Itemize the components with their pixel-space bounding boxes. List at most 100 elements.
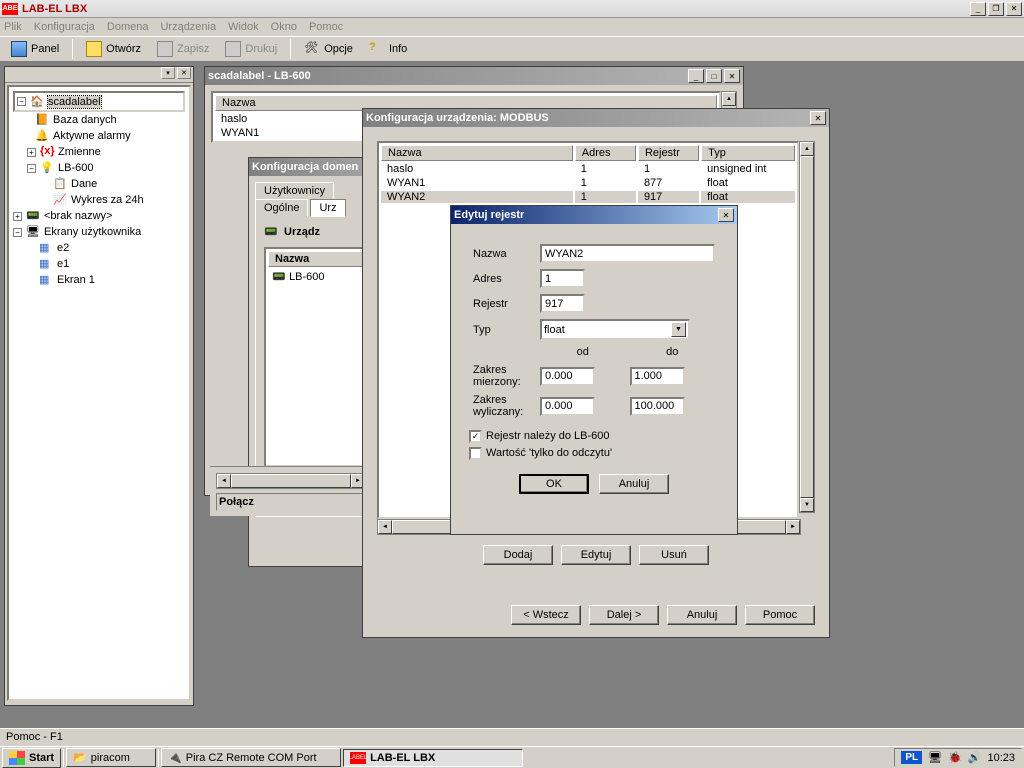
print-button[interactable]: Drukuj [218,38,284,60]
chk-readonly[interactable]: Wartość 'tylko do odczytu' [469,447,612,459]
nazwa-input[interactable] [540,244,715,263]
panel-icon [11,41,27,57]
close-button[interactable]: ✕ [718,208,734,222]
ok-button[interactable]: OK [519,474,589,494]
start-button[interactable]: Start [2,748,61,768]
column-adres[interactable]: Adres [575,145,636,161]
open-button[interactable]: Otwórz [79,38,148,60]
menu-konfiguracja[interactable]: Konfiguracja [34,21,95,33]
tab-ogolne[interactable]: Ogólne [255,199,308,217]
scroll-left-icon[interactable]: ◄ [217,474,231,488]
edytuj-button[interactable]: Edytuj [561,545,631,565]
minimize-button[interactable]: _ [970,2,986,16]
expand-icon[interactable]: + [13,212,22,221]
info-button[interactable]: ?Info [362,38,414,60]
tree-e2[interactable]: e2 [57,242,69,254]
tree-lb600[interactable]: LB-600 [58,162,93,174]
column-typ[interactable]: Typ [701,145,795,161]
expand-icon[interactable]: − [27,164,36,173]
tree-panel-pin-icon[interactable]: ▾ [161,67,175,79]
tree-baza[interactable]: Baza danych [53,114,117,126]
adres-input[interactable] [540,269,585,288]
column-nazwa[interactable]: Nazwa [381,145,573,161]
nazwa-label: Nazwa [473,244,536,263]
tree-brak[interactable]: <brak nazwy> [44,210,112,222]
zw-od-input[interactable] [540,397,595,416]
x-icon: {x} [40,145,54,159]
menu-urzadzenia[interactable]: Urządzenia [160,21,216,33]
scrollbar-vertical[interactable]: ▲ ▼ [799,141,815,513]
expand-icon[interactable]: − [13,228,22,237]
tab-urz[interactable]: Urz [310,199,345,217]
tree-e1[interactable]: e1 [57,258,69,270]
typ-select[interactable]: float ▼ [540,319,690,340]
tab-uzytkownicy[interactable]: Użytkownicy [255,182,334,199]
tree-ekrany[interactable]: Ekrany użytkownika [44,226,141,238]
scroll-right-icon[interactable]: ► [786,520,800,534]
zm-od-input[interactable] [540,367,595,386]
tray-icon[interactable]: 🖥 [928,751,942,764]
tree-zmienne[interactable]: Zmienne [58,146,101,158]
anuluj-button[interactable]: Anuluj [667,605,737,625]
zw-do-input[interactable] [630,397,685,416]
rejestr-input[interactable] [540,294,585,313]
chart-icon: 📈 [53,193,67,207]
tree-wykres[interactable]: Wykres za 24h [71,194,144,206]
language-indicator[interactable]: PL [901,751,922,764]
usun-button[interactable]: Usuń [639,545,709,565]
print-icon [225,41,241,57]
menu-okno[interactable]: Okno [271,21,297,33]
task-pira-cz[interactable]: 🔌Pira CZ Remote COM Port [161,748,341,767]
menu-pomoc[interactable]: Pomoc [309,21,343,33]
tree-alarmy[interactable]: Aktywne alarmy [53,130,131,142]
anuluj-button[interactable]: Anuluj [599,474,669,494]
scroll-down-icon[interactable]: ▼ [800,498,814,512]
tree-root[interactable]: scadalabel [48,96,101,108]
pomoc-button[interactable]: Pomoc [745,605,815,625]
tree-ekran1[interactable]: Ekran 1 [57,274,95,286]
tray-icon[interactable]: 🔊 [968,751,982,764]
zm-do-input[interactable] [630,367,685,386]
scroll-up-icon[interactable]: ▲ [722,92,736,106]
tree-dane[interactable]: Dane [71,178,97,190]
maximize-button[interactable]: □ [706,69,722,83]
options-icon: 🛠 [304,41,320,57]
table-row[interactable]: WYAN11877float [381,177,795,189]
save-icon [157,41,173,57]
window-titlebar[interactable]: scadalabel - LB-600 _ □ ✕ [205,67,743,85]
scroll-left-icon[interactable]: ◄ [378,520,392,534]
chk-nalezy[interactable]: ✓Rejestr należy do LB-600 [469,430,610,442]
save-button[interactable]: Zapisz [150,38,216,60]
minimize-button[interactable]: _ [688,69,704,83]
task-labellbx[interactable]: LABELLAB-EL LBX [343,749,523,767]
panel-button[interactable]: Panel [4,38,66,60]
close-button[interactable]: ✕ [810,111,826,125]
dialog-titlebar[interactable]: Edytuj rejestr ✕ [451,206,737,224]
home-icon: 🏠 [30,95,44,109]
workspace: ▾ ✕ −🏠scadalabel 📙Baza danych 🔔Aktywne a… [0,62,1024,728]
tray-icon[interactable]: 🐞 [948,751,962,764]
table-row[interactable]: haslo11unsigned int [381,163,795,175]
expand-icon[interactable]: − [17,97,26,106]
dodaj-button[interactable]: Dodaj [483,545,553,565]
dalej-button[interactable]: Dalej > [589,605,659,625]
menu-domena[interactable]: Domena [107,21,149,33]
menu-plik[interactable]: Plik [4,21,22,33]
menu-widok[interactable]: Widok [228,21,259,33]
options-button[interactable]: 🛠Opcje [297,38,360,60]
maximize-button[interactable]: ❐ [988,2,1004,16]
window-titlebar[interactable]: Konfiguracja urządzenia: MODBUS ✕ [363,109,829,127]
status-label: Połącz [219,496,254,508]
tree-panel-close-icon[interactable]: ✕ [177,67,191,79]
scroll-up-icon[interactable]: ▲ [800,142,814,156]
task-piracom[interactable]: 📂piracom [66,748,156,767]
expand-icon[interactable]: + [27,148,36,157]
scrollbar-horizontal[interactable]: ◄ ► [216,473,366,489]
column-rejestr[interactable]: Rejestr [638,145,699,161]
close-button[interactable]: ✕ [724,69,740,83]
dialog-edytuj-rejestr: Edytuj rejestr ✕ Nazwa Adres Rejestr Typ [450,205,738,535]
close-button[interactable]: ✕ [1006,2,1022,16]
wstecz-button[interactable]: < Wstecz [511,605,581,625]
clock[interactable]: 10:23 [987,752,1015,764]
table-row[interactable]: WYAN21917float [381,191,795,203]
